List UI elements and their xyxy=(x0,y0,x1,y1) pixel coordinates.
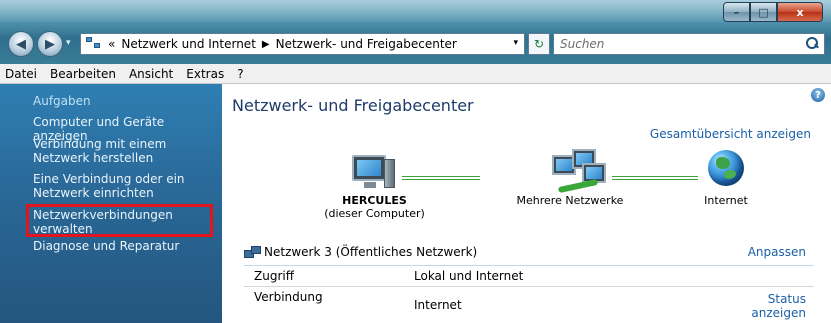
breadcrumb-netzwerk-internet[interactable]: Netzwerk und Internet xyxy=(121,37,256,51)
status-link-line: Status xyxy=(767,292,806,306)
computer-name: HERCULES xyxy=(342,194,407,207)
main-content: ? Netzwerk- und Freigabecenter Gesamtübe… xyxy=(222,84,831,323)
globe-icon[interactable] xyxy=(708,150,744,186)
maximize-button[interactable]: □ xyxy=(750,2,777,22)
address-overflow[interactable]: « xyxy=(108,37,115,51)
address-dropdown[interactable]: ▾ xyxy=(513,38,518,48)
row-label: Zugriff xyxy=(254,269,294,283)
search-icon[interactable] xyxy=(805,37,819,51)
computer-subtitle: (dieser Computer) xyxy=(324,207,425,220)
table-row: Verbindung Internet Status anzeigen xyxy=(244,287,814,323)
menu-datei[interactable]: Datei xyxy=(5,67,37,81)
recent-pages-dropdown[interactable]: ▾ xyxy=(66,38,71,48)
menu-ansicht[interactable]: Ansicht xyxy=(129,67,173,81)
menu-extras[interactable]: Extras xyxy=(186,67,224,81)
forward-button[interactable]: ▶ xyxy=(37,31,63,57)
network-section-header: Netzwerk 3 (Öffentliches Netzwerk) Anpas… xyxy=(244,244,814,266)
network-icon[interactable] xyxy=(548,149,608,195)
full-map-link[interactable]: Gesamtübersicht anzeigen xyxy=(650,127,811,141)
task-label: Diagnose und Reparatur xyxy=(33,239,180,253)
network-folder-icon xyxy=(86,37,102,51)
connection-line xyxy=(612,176,698,180)
breadcrumb-freigabecenter[interactable]: Netzwerk- und Freigabecenter xyxy=(276,37,457,51)
address-bar[interactable]: « Netzwerk und Internet ▶ Netzwerk- und … xyxy=(80,33,525,55)
minimize-button[interactable]: – xyxy=(723,2,750,22)
task-label: Eine Verbindung oder ein xyxy=(33,172,185,186)
window-controls: – □ x xyxy=(723,2,823,22)
row-label: Verbindung xyxy=(254,290,323,304)
table-row: Zugriff Lokal und Internet xyxy=(244,266,814,287)
tasks-heading: Aufgaben xyxy=(33,94,91,108)
menu-bearbeiten[interactable]: Bearbeiten xyxy=(50,67,116,81)
task-label: Verbindung mit einem xyxy=(33,137,167,151)
row-value: Lokal und Internet xyxy=(414,269,524,283)
network-icon xyxy=(244,246,262,260)
page-title: Netzwerk- und Freigabecenter xyxy=(232,96,474,115)
connection-line xyxy=(402,176,480,180)
search-input[interactable]: Suchen xyxy=(560,37,604,51)
internet-label: Internet xyxy=(704,194,748,207)
help-icon[interactable]: ? xyxy=(811,88,825,102)
network-name: Mehrere Netzwerke xyxy=(516,194,624,207)
breadcrumb-separator[interactable]: ▶ xyxy=(262,39,270,50)
customize-link[interactable]: Anpassen xyxy=(748,245,806,259)
task-label: Netzwerk herstellen xyxy=(33,151,154,165)
task-verbindung-herstellen[interactable]: Verbindung mit einem Netzwerk herstellen xyxy=(33,137,166,165)
refresh-button[interactable]: ↻ xyxy=(528,33,550,55)
computer-icon[interactable] xyxy=(352,153,396,191)
status-link-line: anzeigen xyxy=(751,306,806,320)
close-button[interactable]: x xyxy=(777,2,823,22)
network-title: Netzwerk 3 (Öffentliches Netzwerk) xyxy=(264,245,478,259)
highlight-annotation xyxy=(26,204,213,237)
task-diagnose-reparatur[interactable]: Diagnose und Reparatur xyxy=(33,239,179,253)
search-box[interactable]: Suchen xyxy=(553,33,825,55)
menu-bar: Datei Bearbeiten Ansicht Extras ? xyxy=(0,64,831,84)
status-link[interactable]: Status anzeigen xyxy=(751,292,806,320)
back-button[interactable]: ◀ xyxy=(8,31,34,57)
row-value: Internet xyxy=(414,298,462,312)
task-verbindung-einrichten[interactable]: Eine Verbindung oder ein Netzwerk einric… xyxy=(33,172,185,200)
task-label: Netzwerk einrichten xyxy=(33,186,154,200)
menu-help[interactable]: ? xyxy=(237,67,243,81)
